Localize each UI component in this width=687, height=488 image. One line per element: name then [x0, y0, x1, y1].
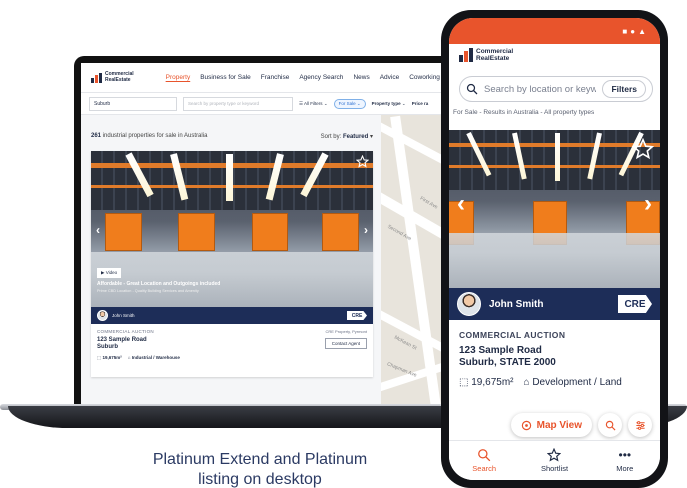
mobile-logo[interactable]: Commercial RealEstate: [459, 48, 513, 62]
mobile-listing-photo[interactable]: ‹ ›: [449, 130, 660, 288]
map-view-button[interactable]: Map View: [510, 413, 592, 437]
listing-subline: Prime CBD Location - Quality Building Se…: [97, 289, 199, 293]
logo-mark-icon: [91, 72, 102, 83]
property-type-dropdown[interactable]: Property type ⌄: [372, 101, 406, 107]
cre-logo: CRE: [347, 311, 367, 320]
tab-more[interactable]: ••• More: [600, 448, 650, 473]
listing-type: COMMERCIAL AUCTION: [459, 330, 566, 340]
listing-details: COMMERCIAL AUCTION 123 Sample Road Subur…: [91, 324, 373, 366]
laptop-screen: Commercial RealEstate Property Business f…: [74, 56, 474, 408]
listing-headline: Affordable - Great Location and Outgoing…: [97, 281, 221, 287]
search-icon: [466, 83, 478, 95]
mobile-listing-details: COMMERCIAL AUCTION 123 Sample Road Subur…: [459, 330, 650, 388]
listing-features: ⬚ 19,675m² ⌂ Industrial / Warehouse: [97, 355, 180, 360]
mobile-agent-band: John Smith CRE: [449, 288, 660, 320]
sliders-icon: [635, 420, 645, 430]
agent-avatar: [97, 310, 108, 321]
all-filters-button[interactable]: ☰ All Filters ⌄: [299, 101, 328, 107]
nav-business-for-sale[interactable]: Business for Sale: [200, 74, 251, 81]
keyword-input[interactable]: Search by property type or keyword: [183, 96, 293, 111]
caption: Platinum Extend and Platinum listing on …: [152, 451, 368, 488]
tab-search[interactable]: Search: [459, 448, 509, 473]
building-icon: ⌂: [523, 377, 530, 388]
building-icon: ⌂: [127, 355, 131, 360]
filters-button[interactable]: Filters: [602, 80, 646, 98]
area-icon: ⬚: [459, 377, 469, 388]
suburb-input[interactable]: Suburb: [89, 96, 177, 111]
agent-name: John Smith: [112, 313, 135, 318]
listing-features: ⬚ 19,675m² ⌂ Development / Land: [459, 377, 622, 388]
desktop-nav: Commercial RealEstate Property Business f…: [81, 63, 467, 93]
agent-name: John Smith: [489, 298, 544, 310]
more-dots-icon: •••: [618, 448, 632, 462]
video-badge[interactable]: ▶ Video: [97, 268, 122, 278]
desktop-site: Commercial RealEstate Property Business f…: [81, 63, 467, 408]
nav-coworking[interactable]: Coworking: [409, 74, 440, 81]
wifi-icon: ●: [630, 26, 636, 36]
filter-sliders-button[interactable]: [628, 413, 652, 437]
nav-news[interactable]: News: [353, 74, 369, 81]
phone-frame: ■ ● ▲ Commercial RealEstate Search by locat…: [441, 10, 668, 488]
desktop-logo[interactable]: Commercial RealEstate: [91, 71, 134, 83]
nav-franchise[interactable]: Franchise: [261, 74, 290, 81]
logo-mark-icon: [459, 48, 473, 62]
status-bar: ■ ● ▲: [449, 18, 660, 44]
desktop-search-bar: Suburb Search by property type or keywor…: [81, 93, 467, 115]
listing-address: 123 Sample Road Suburb, STATE 2000: [459, 345, 556, 368]
results-breadcrumb: For Sale - Results in Australia - All pr…: [453, 109, 595, 116]
search-area-button[interactable]: [598, 413, 622, 437]
results-summary: 261 industrial properties for sale in Au…: [91, 133, 373, 140]
area-icon: ⬚: [97, 355, 102, 360]
bottom-tab-bar: Search Shortlist ••• More: [449, 440, 660, 480]
for-sale-dropdown[interactable]: For Sale ⌄: [333, 98, 366, 109]
floating-actions: Map View: [449, 408, 660, 442]
contact-agent-button[interactable]: Contact Agent: [324, 338, 367, 349]
next-photo-icon[interactable]: ›: [364, 223, 368, 237]
listing-photo[interactable]: ‹ › ▶ Video Affordable - Great Location …: [91, 151, 373, 307]
nav-advice[interactable]: Advice: [380, 74, 400, 81]
search-icon: [478, 449, 491, 462]
prev-photo-icon[interactable]: ‹: [96, 223, 100, 237]
nav-agency-search[interactable]: Agency Search: [299, 74, 343, 81]
warehouse-image: [449, 130, 660, 288]
mobile-site: ■ ● ▲ Commercial RealEstate Search by locat…: [449, 18, 660, 480]
listing-card[interactable]: ‹ › ▶ Video Affordable - Great Location …: [91, 151, 373, 377]
next-photo-icon[interactable]: ›: [644, 190, 652, 218]
agent-band: John Smith CRE: [91, 307, 373, 324]
search-icon: [605, 420, 615, 430]
sort-dropdown[interactable]: Sort by: Featured ▾: [321, 133, 373, 140]
prev-photo-icon[interactable]: ‹: [457, 190, 465, 218]
nav-property[interactable]: Property: [166, 74, 191, 81]
tab-shortlist[interactable]: Shortlist: [529, 448, 579, 473]
shortlist-star-icon[interactable]: [356, 155, 369, 168]
signal-icon: ■: [622, 26, 628, 36]
cre-logo: CRE: [618, 295, 652, 313]
battery-icon: ▲: [638, 26, 646, 36]
price-range-dropdown[interactable]: Price ra: [412, 101, 429, 106]
agent-avatar: [457, 292, 481, 316]
star-icon: [547, 448, 562, 462]
agency-name: CRE Property, Pyrmont: [325, 329, 368, 334]
map-pin-icon: [521, 420, 531, 430]
mobile-search-input[interactable]: Search by location or keyword Filters: [459, 76, 653, 102]
shortlist-star-icon[interactable]: [632, 138, 654, 160]
